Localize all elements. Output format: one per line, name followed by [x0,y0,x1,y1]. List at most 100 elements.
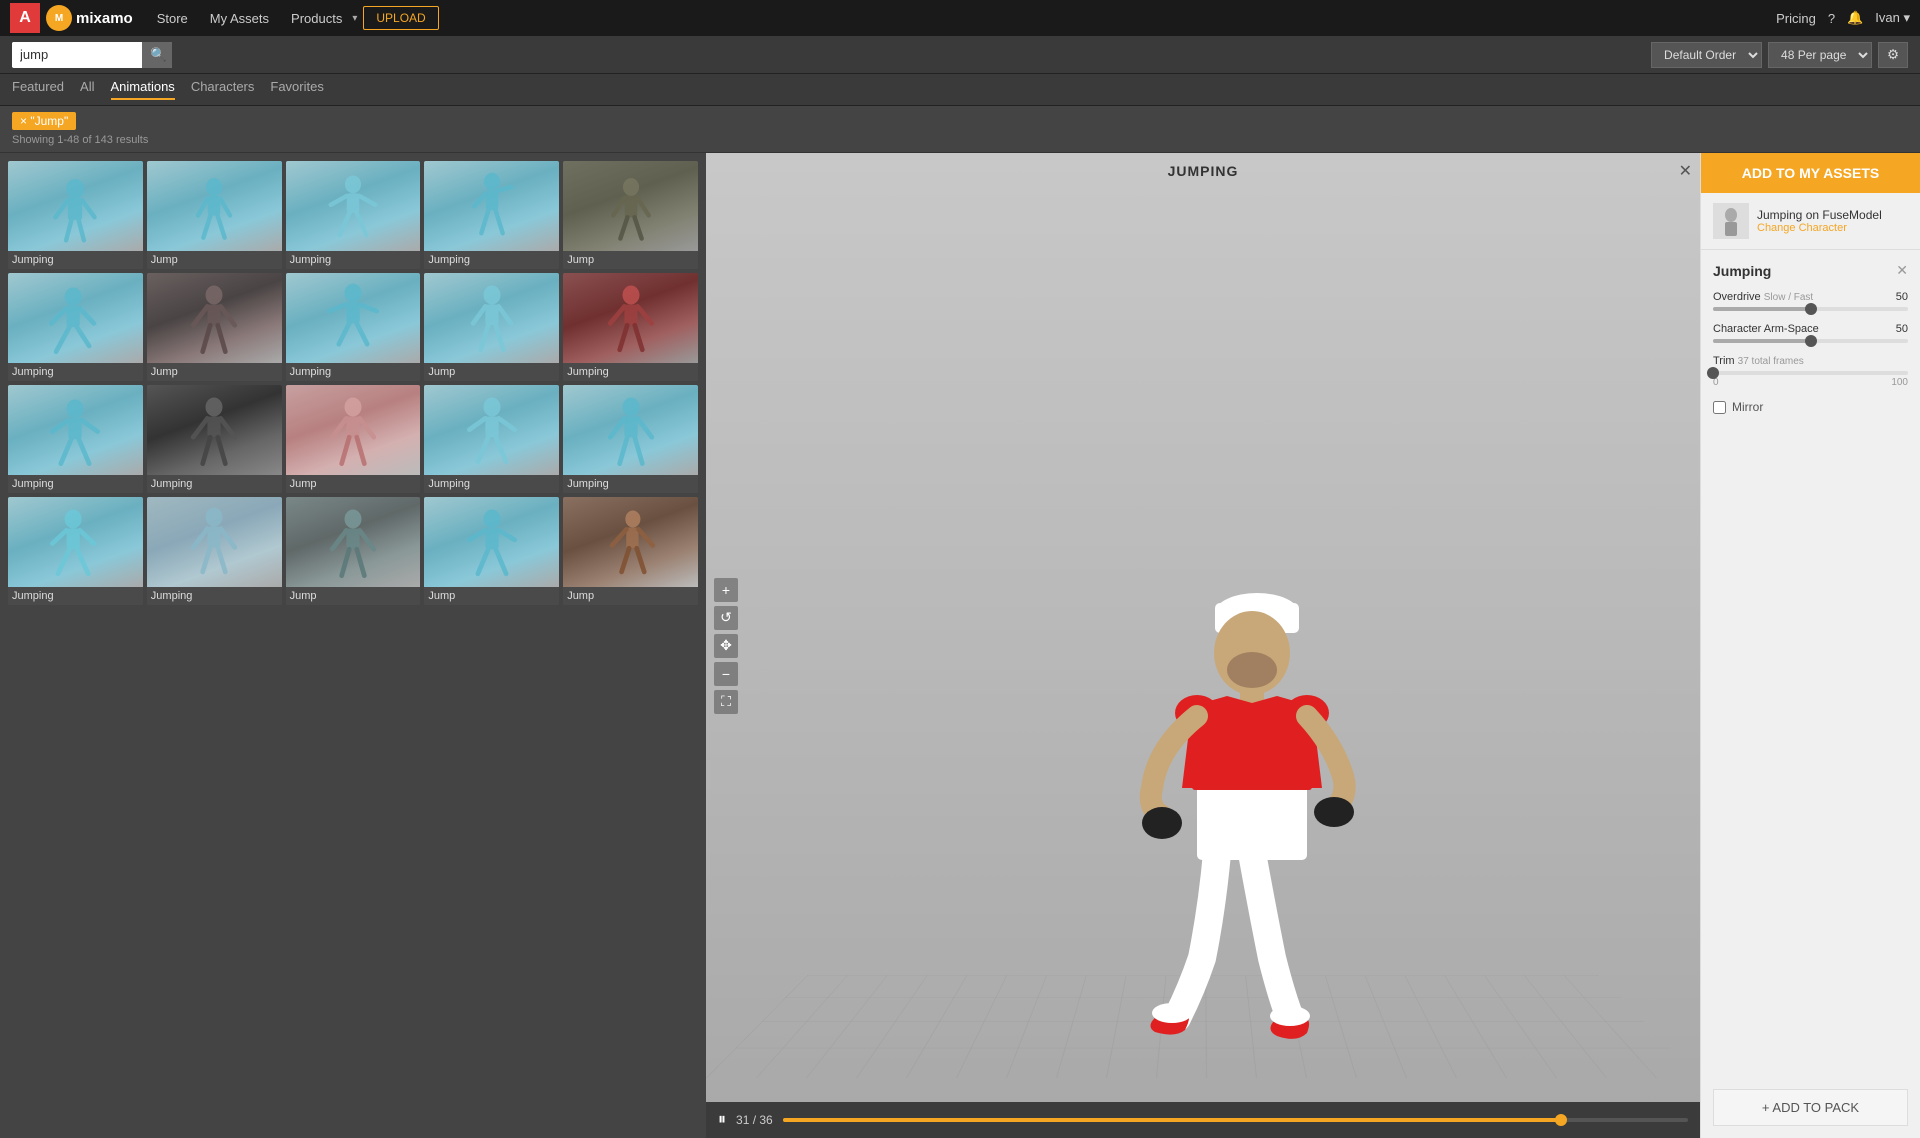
asset-thumb-4 [424,161,559,251]
asset-card-8[interactable]: Jumping [286,273,421,381]
user-menu[interactable]: Ivan ▾ [1875,10,1910,26]
asset-card-19[interactable]: Jump [424,497,559,605]
move-button[interactable]: ✥ [714,634,738,658]
change-character-link[interactable]: Change Character [1757,222,1882,234]
asset-label-3: Jumping [286,251,421,269]
arm-space-value: 50 [1896,323,1908,335]
asset-card-12[interactable]: Jumping [147,385,282,493]
frame-counter: 31 / 36 [736,1113,773,1127]
asset-card-1[interactable]: Jumping [8,161,143,269]
asset-card-10[interactable]: Jumping [563,273,698,381]
search-bar: 🔍 Default Order 48 Per page ⚙ [0,36,1920,74]
fullscreen-button[interactable]: ⛶ [714,690,738,714]
animation-close-icon[interactable]: ✕ [1896,262,1908,279]
asset-label-9: Jump [424,363,559,381]
search-input-wrap: 🔍 [12,42,172,68]
settings-button[interactable]: ⚙ [1878,42,1908,68]
asset-thumb-13 [286,385,421,475]
reset-view-button[interactable]: ↺ [714,606,738,630]
trim-slider[interactable] [1713,371,1908,375]
tab-all[interactable]: All [80,79,94,100]
search-input[interactable] [12,42,142,67]
mixamo-logo-text: mixamo [76,10,133,27]
asset-card-14[interactable]: Jumping [424,385,559,493]
asset-thumb-19 [424,497,559,587]
animation-name: Jumping [1713,263,1771,279]
per-page-select[interactable]: 48 Per page [1768,42,1872,68]
trim-sublabel: 37 total frames [1738,356,1804,367]
asset-card-5[interactable]: Jump [563,161,698,269]
asset-card-6[interactable]: Jumping [8,273,143,381]
progress-fill [783,1118,1562,1122]
my-assets-nav-link[interactable]: My Assets [202,11,277,26]
asset-card-11[interactable]: Jumping [8,385,143,493]
trim-max-label: 100 [1891,377,1908,388]
tab-animations[interactable]: Animations [111,79,175,100]
tabs-bar: Featured All Animations Characters Favor… [0,74,1920,106]
arm-space-slider[interactable] [1713,339,1908,343]
tab-characters[interactable]: Characters [191,79,255,100]
asset-card-20[interactable]: Jump [563,497,698,605]
zoom-in-button[interactable]: + [714,578,738,602]
asset-thumb-5 [563,161,698,251]
asset-card-9[interactable]: Jump [424,273,559,381]
trim-range-labels: 0 100 [1713,377,1908,388]
progress-thumb[interactable] [1555,1114,1567,1126]
viewer-close-button[interactable]: ✕ [1679,161,1692,181]
filter-tag-label: × "Jump" [20,114,68,128]
settings-icon: ⚙ [1887,47,1899,62]
pricing-link[interactable]: Pricing [1776,11,1816,26]
overdrive-slider[interactable] [1713,307,1908,311]
right-panel: ADD TO MY ASSETS Jumping on FuseModel Ch… [1700,153,1920,1138]
asset-thumb-6 [8,273,143,363]
3d-viewport[interactable]: JUMPING ✕ [706,153,1700,1138]
tab-favorites[interactable]: Favorites [270,79,323,100]
notifications-icon[interactable]: 🔔 [1847,10,1863,26]
add-to-my-assets-button[interactable]: ADD TO MY ASSETS [1701,153,1920,193]
search-button[interactable]: 🔍 [142,42,172,68]
asset-card-13[interactable]: Jump [286,385,421,493]
asset-card-18[interactable]: Jump [286,497,421,605]
asset-label-2: Jump [147,251,282,269]
products-nav-label[interactable]: Products [283,11,350,26]
character-name: Jumping on FuseModel [1757,208,1882,222]
mixamo-logo: M mixamo [46,5,133,31]
filter-section: × "Jump" Showing 1-48 of 143 results [0,106,1920,153]
asset-thumb-14 [424,385,559,475]
products-nav-dropdown[interactable]: Products ▾ [283,11,357,26]
asset-label-20: Jump [563,587,698,605]
zoom-out-button[interactable]: − [714,662,738,686]
asset-card-17[interactable]: Jumping [147,497,282,605]
asset-card-4[interactable]: Jumping [424,161,559,269]
asset-card-3[interactable]: Jumping [286,161,421,269]
mirror-checkbox[interactable] [1713,401,1726,414]
help-icon[interactable]: ? [1828,11,1835,26]
asset-thumb-8 [286,273,421,363]
nav-right-section: Pricing ? 🔔 Ivan ▾ [1776,10,1910,26]
progress-bar[interactable] [783,1118,1688,1122]
overdrive-thumb[interactable] [1805,303,1817,315]
asset-card-16[interactable]: Jumping [8,497,143,605]
arm-space-thumb[interactable] [1805,335,1817,347]
mirror-label: Mirror [1732,400,1763,414]
pause-button[interactable]: ⏸ [718,1111,726,1129]
asset-label-15: Jumping [563,475,698,493]
add-to-pack-button[interactable]: + ADD TO PACK [1713,1089,1908,1126]
asset-thumb-12 [147,385,282,475]
asset-thumb-9 [424,273,559,363]
store-nav-link[interactable]: Store [149,11,196,26]
overdrive-label: Overdrive Slow / Fast 50 [1713,291,1908,303]
asset-thumb-3 [286,161,421,251]
asset-label-14: Jumping [424,475,559,493]
asset-thumb-2 [147,161,282,251]
upload-button[interactable]: UPLOAD [363,6,438,30]
trim-setting: Trim 37 total frames 0 100 [1713,355,1908,388]
filter-tag-jump[interactable]: × "Jump" [12,112,76,130]
asset-card-7[interactable]: Jump [147,273,282,381]
trim-thumb[interactable] [1707,367,1719,379]
asset-card-2[interactable]: Jump [147,161,282,269]
arm-space-label-text: Character Arm-Space [1713,323,1819,335]
sort-order-select[interactable]: Default Order [1651,42,1762,68]
asset-card-15[interactable]: Jumping [563,385,698,493]
tab-featured[interactable]: Featured [12,79,64,100]
